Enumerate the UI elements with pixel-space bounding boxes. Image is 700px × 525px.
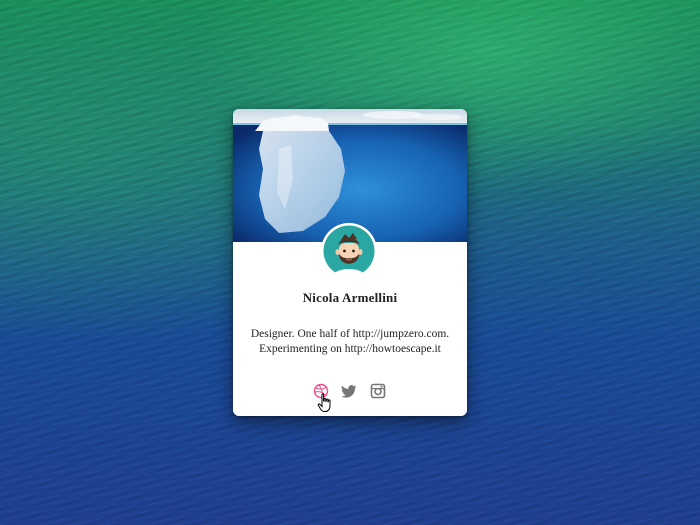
profile-bio: Designer. One half of http://jumpzero.co… xyxy=(233,327,467,357)
avatar[interactable] xyxy=(321,223,377,279)
dribbble-icon[interactable] xyxy=(313,383,329,399)
instagram-icon[interactable] xyxy=(370,383,386,399)
social-links xyxy=(233,383,467,403)
profile-card: Nicola Armellini Designer. One half of h… xyxy=(233,109,467,416)
bio-line-1: Designer. One half of http://jumpzero.co… xyxy=(250,328,450,340)
profile-name: Nicola Armellini xyxy=(302,290,398,305)
twitter-icon[interactable] xyxy=(341,383,357,399)
bio-line-2: Experimenting on http://howtoescape.it xyxy=(259,343,441,355)
